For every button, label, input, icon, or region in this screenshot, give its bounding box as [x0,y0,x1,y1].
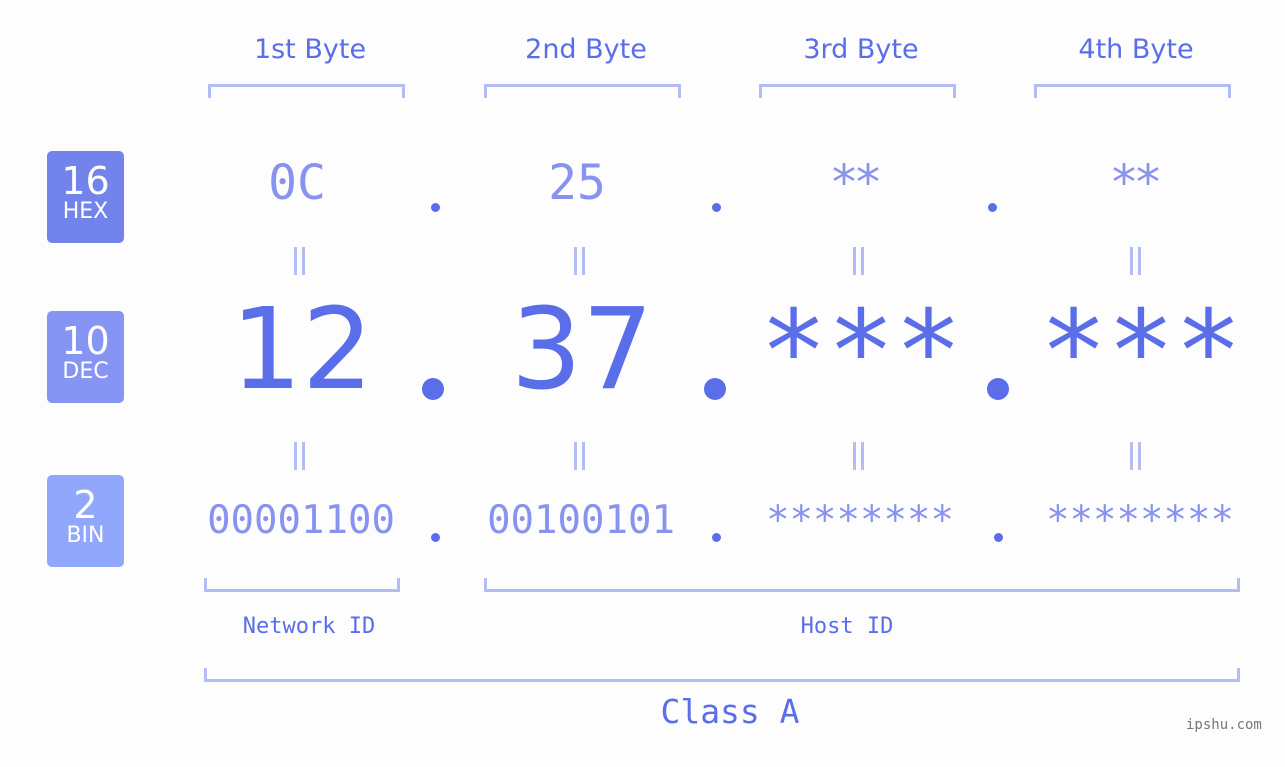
class-bracket [204,668,1240,682]
byte-bracket-2 [484,84,681,98]
equals-icon [292,247,306,275]
bin-octet-4: ******** [1046,498,1234,543]
dec-badge-number: 10 [61,319,110,363]
byte-header-1: 1st Byte [253,34,367,65]
watermark: ipshu.com [1186,717,1262,733]
hex-badge-label: HEX [62,199,109,224]
dec-octet-2: 37 [510,285,654,415]
hex-dot-3 [988,203,997,212]
equals-icon [572,247,586,275]
host-id-bracket [484,578,1240,592]
class-label: Class A [660,692,800,731]
hex-badge-number: 16 [61,159,110,203]
hex-octet-3: ** [832,155,880,211]
hex-badge: 16 HEX [47,151,124,243]
dec-dot-3 [987,378,1009,400]
equals-icon [1128,247,1142,275]
equals-icon [1128,442,1142,470]
dec-octet-1: 12 [230,285,374,415]
hex-dot-2 [712,203,721,212]
bin-octet-3: ******** [766,498,954,543]
bin-dot-1 [431,533,440,542]
hex-dot-1 [431,203,440,212]
bin-dot-2 [712,533,721,542]
hex-octet-1: 0C [268,155,326,211]
equals-icon [851,247,865,275]
bin-badge: 2 BIN [47,475,124,567]
byte-bracket-4 [1034,84,1231,98]
byte-header-4: 4th Byte [1078,34,1194,65]
bin-badge-label: BIN [66,523,105,548]
byte-bracket-1 [208,84,405,98]
dec-badge: 10 DEC [47,311,124,403]
hex-octet-2: 25 [548,155,606,211]
network-id-bracket [204,578,400,592]
bin-dot-3 [994,533,1003,542]
hex-octet-4: ** [1112,155,1160,211]
equals-icon [292,442,306,470]
byte-header-3: 3rd Byte [803,34,919,65]
dec-octet-4: *** [1039,287,1243,417]
byte-header-2: 2nd Byte [525,34,647,65]
dec-badge-label: DEC [62,359,109,384]
dec-dot-2 [704,378,726,400]
byte-bracket-3 [759,84,956,98]
dec-octet-3: *** [759,287,963,417]
bin-badge-number: 2 [73,483,98,527]
bin-octet-1: 00001100 [207,498,395,543]
equals-icon [572,442,586,470]
dec-dot-1 [422,378,444,400]
host-id-label: Host ID [800,614,894,639]
equals-icon [851,442,865,470]
network-id-label: Network ID [242,614,376,639]
bin-octet-2: 00100101 [487,498,675,543]
